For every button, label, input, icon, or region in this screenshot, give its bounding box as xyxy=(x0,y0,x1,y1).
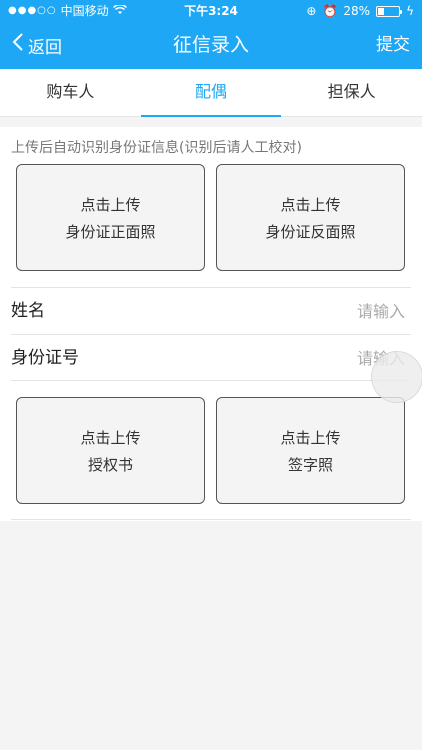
name-label: 姓名 xyxy=(11,301,45,321)
status-right: ⊕ ⏰ 28% ϟ xyxy=(306,0,414,22)
battery-icon xyxy=(376,5,403,17)
upload-signature-line1: 点击上传 xyxy=(280,428,341,447)
tab-buyer[interactable]: 购车人 xyxy=(0,69,141,116)
upload-id-back-line2: 身份证反面照 xyxy=(265,222,356,241)
row-divider xyxy=(11,380,411,381)
upload-id-front-line1: 点击上传 xyxy=(80,195,141,214)
status-bar: ●●●○○ 中国移动 下午3:24 ⊕ ⏰ 28% ϟ xyxy=(0,0,422,22)
card-bottom-divider xyxy=(11,519,411,520)
upload-authorization-button[interactable]: 点击上传 授权书 xyxy=(16,397,205,504)
upload-authorization-line2: 授权书 xyxy=(87,455,133,474)
tab-spouse[interactable]: 配偶 xyxy=(140,69,282,117)
upload-authorization-line1: 点击上传 xyxy=(80,428,141,447)
page-title: 征信录入 xyxy=(172,34,249,56)
tab-bar: 购车人 配偶 担保人 xyxy=(0,69,422,117)
top-bar: ●●●○○ 中国移动 下午3:24 ⊕ ⏰ 28% ϟ 返回 征信录入 提交 xyxy=(0,0,422,69)
id-number-label: 身份证号 xyxy=(11,348,79,368)
upload-id-back-button[interactable]: 点击上传 身份证反面照 xyxy=(216,164,405,271)
upload-id-back-line1: 点击上传 xyxy=(280,195,341,214)
charging-icon: ϟ xyxy=(406,4,414,18)
form-card: 上传后自动识别身份证信息(识别后请人工校对) 点击上传 身份证正面照 点击上传 … xyxy=(0,127,422,521)
name-row: 姓名 xyxy=(11,287,411,333)
alarm-icon: ⏰ xyxy=(322,4,338,18)
nav-bar: 返回 征信录入 提交 xyxy=(0,22,422,69)
battery-percent: 28% xyxy=(343,4,371,18)
upload-signature-button[interactable]: 点击上传 签字照 xyxy=(216,397,405,504)
id-number-row: 身份证号 xyxy=(11,334,411,380)
rotation-lock-icon: ⊕ xyxy=(306,4,317,18)
upload-id-front-line2: 身份证正面照 xyxy=(65,222,156,241)
submit-button[interactable]: 提交 xyxy=(376,22,410,69)
battery-fill xyxy=(378,7,385,15)
upload-signature-line2: 签字照 xyxy=(287,455,333,474)
upload-id-front-button[interactable]: 点击上传 身份证正面照 xyxy=(16,164,205,271)
assistive-touch-button[interactable] xyxy=(371,351,422,403)
name-input[interactable] xyxy=(245,296,405,326)
tab-guarantor[interactable]: 担保人 xyxy=(281,69,422,116)
upload-hint: 上传后自动识别身份证信息(识别后请人工校对) xyxy=(11,140,302,156)
